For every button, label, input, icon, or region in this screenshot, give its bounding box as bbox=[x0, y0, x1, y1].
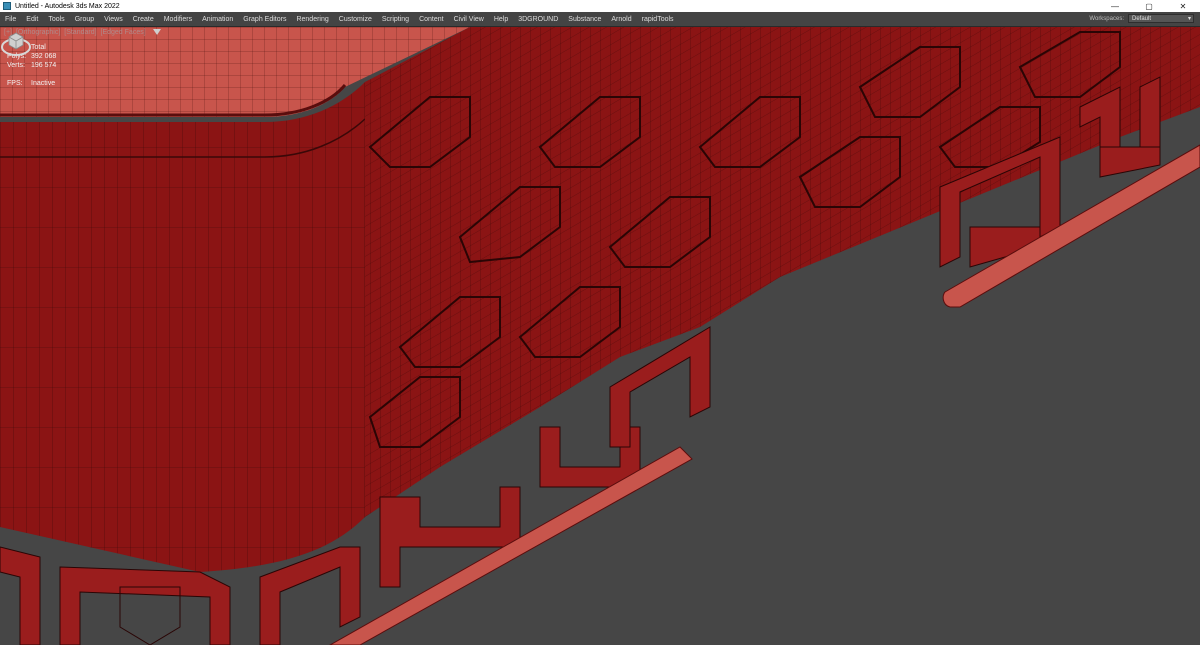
minimize-icon[interactable]: — bbox=[1098, 0, 1132, 12]
window-controls: — ▢ ✕ bbox=[1098, 0, 1200, 12]
viewport[interactable]: [+] [Orthographic] [Standard] [Edged Fac… bbox=[0, 27, 1200, 645]
menu-bar: File Edit Tools Group Views Create Modif… bbox=[0, 12, 1200, 27]
menu-tools[interactable]: Tools bbox=[43, 12, 69, 27]
menu-views[interactable]: Views bbox=[99, 12, 128, 27]
menu-animation[interactable]: Animation bbox=[197, 12, 238, 27]
menu-content[interactable]: Content bbox=[414, 12, 449, 27]
workspaces: Workspaces: Default ▾ bbox=[1089, 14, 1194, 23]
viewport-scene bbox=[0, 27, 1200, 645]
menu-modifiers[interactable]: Modifiers bbox=[159, 12, 197, 27]
menu-arnold[interactable]: Arnold bbox=[606, 12, 636, 27]
filter-icon[interactable] bbox=[152, 29, 161, 36]
menu-scripting[interactable]: Scripting bbox=[377, 12, 414, 27]
verts-label: Verts: bbox=[7, 62, 25, 69]
menu-group[interactable]: Group bbox=[70, 12, 99, 27]
workspaces-dropdown[interactable]: Default ▾ bbox=[1128, 14, 1194, 23]
title-bar: Untitled - Autodesk 3ds Max 2022 — ▢ ✕ bbox=[0, 0, 1200, 12]
menu-customize[interactable]: Customize bbox=[334, 12, 377, 27]
chevron-down-icon: ▾ bbox=[1187, 16, 1191, 22]
close-icon[interactable]: ✕ bbox=[1166, 0, 1200, 12]
menu-substance[interactable]: Substance bbox=[563, 12, 606, 27]
menu-rapidtools[interactable]: rapidTools bbox=[637, 12, 679, 27]
viewport-shading-label[interactable]: [Standard] bbox=[64, 29, 96, 36]
workspaces-value: Default bbox=[1132, 16, 1152, 22]
app-icon bbox=[3, 2, 11, 10]
window-title: Untitled - Autodesk 3ds Max 2022 bbox=[15, 2, 120, 10]
menu-rendering[interactable]: Rendering bbox=[291, 12, 333, 27]
workspaces-label: Workspaces: bbox=[1089, 15, 1124, 22]
viewcube-icon[interactable] bbox=[0, 27, 32, 59]
menu-civil-view[interactable]: Civil View bbox=[449, 12, 489, 27]
menu-file[interactable]: File bbox=[0, 12, 21, 27]
menu-edit[interactable]: Edit bbox=[21, 12, 43, 27]
menu-help[interactable]: Help bbox=[489, 12, 513, 27]
menu-graph-editors[interactable]: Graph Editors bbox=[238, 12, 291, 27]
menu-3dground[interactable]: 3DGROUND bbox=[513, 12, 563, 27]
fps-label: FPS: bbox=[7, 80, 23, 87]
verts-value: 196 574 bbox=[31, 62, 57, 69]
viewport-display-label[interactable]: [Edged Faces] bbox=[101, 29, 146, 36]
fps-value: Inactive bbox=[31, 80, 56, 87]
menu-create[interactable]: Create bbox=[128, 12, 159, 27]
stats-header: Total bbox=[31, 44, 46, 51]
polys-value: 392 068 bbox=[31, 53, 57, 60]
maximize-icon[interactable]: ▢ bbox=[1132, 0, 1166, 12]
